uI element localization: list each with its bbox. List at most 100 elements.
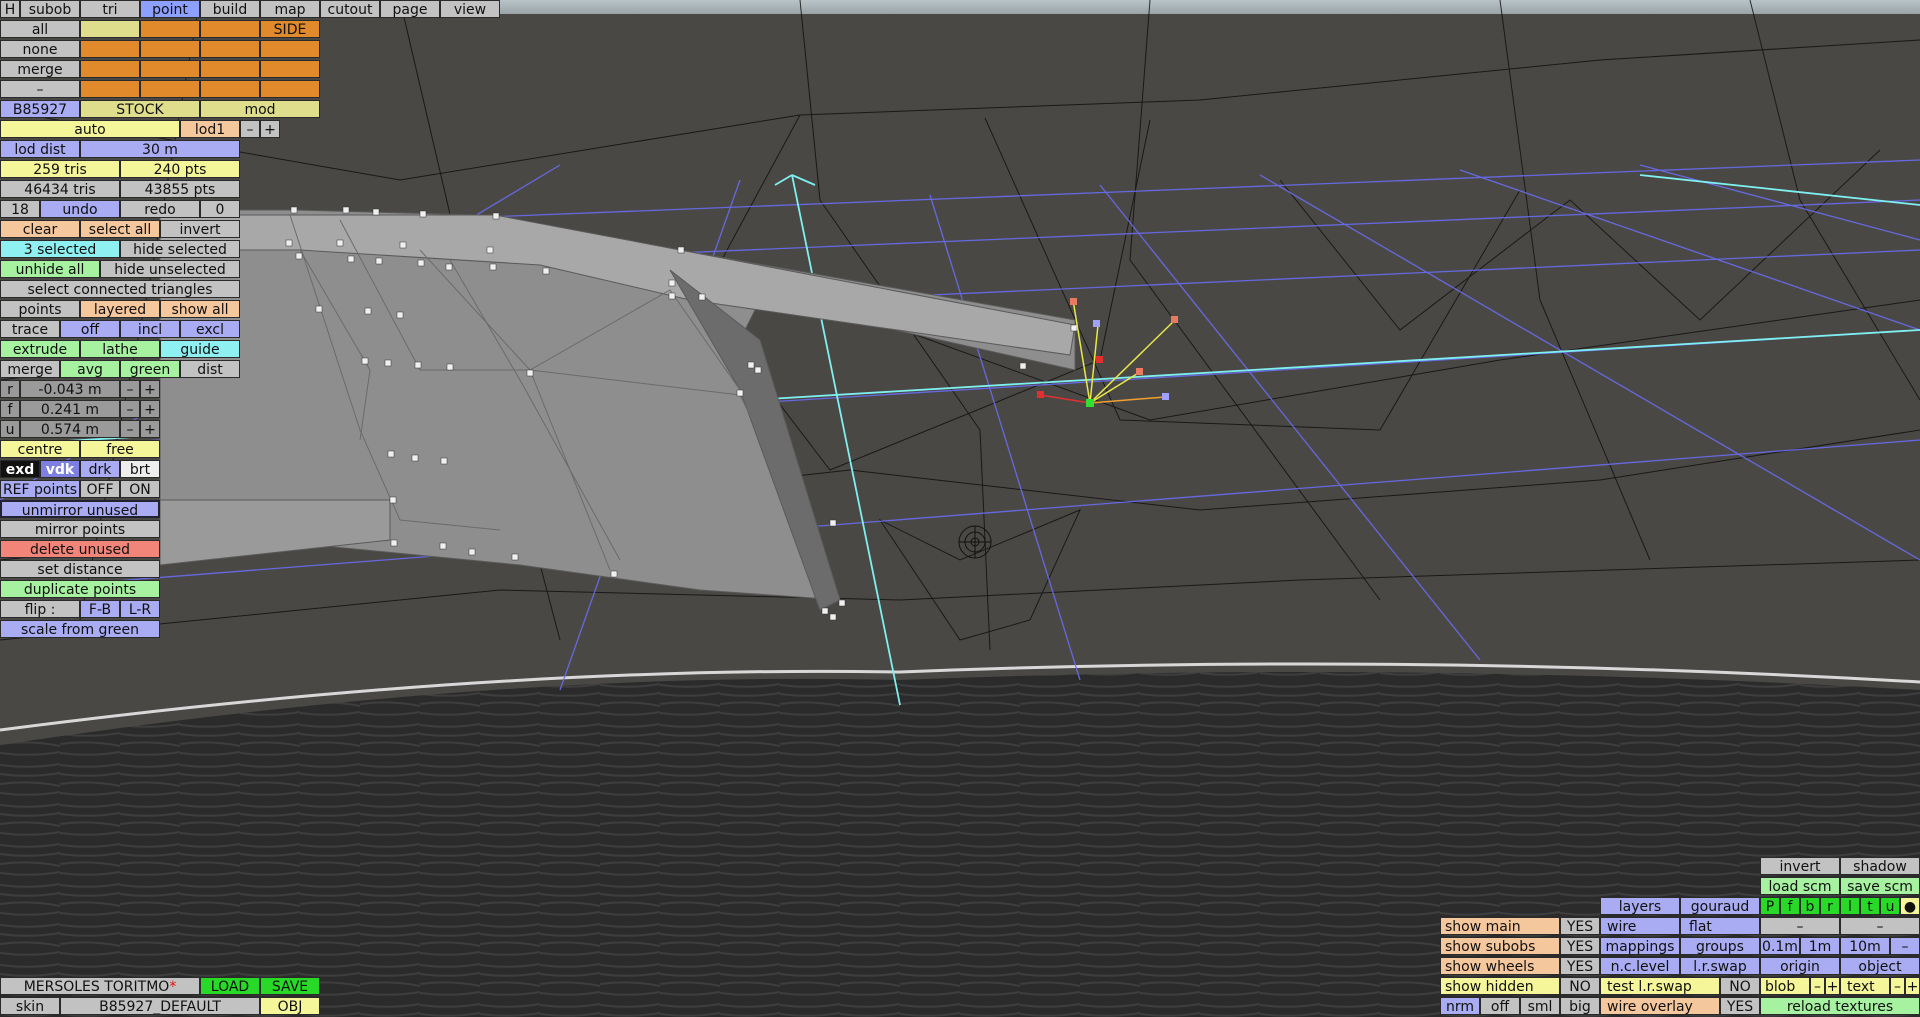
obj-button[interactable]: OBJ [260, 997, 320, 1015]
ref-points-off-button[interactable]: OFF [80, 480, 120, 498]
redo-button[interactable]: redo [120, 200, 200, 218]
trace-button[interactable]: trace [0, 320, 60, 338]
lod-minus-button[interactable]: – [240, 120, 260, 138]
flag-dot-button[interactable]: ● [1900, 897, 1920, 915]
green-button[interactable]: green [120, 360, 180, 378]
u-value[interactable]: 0.574 m [20, 420, 120, 438]
tab-map[interactable]: map [260, 0, 320, 18]
flag-f-button[interactable]: f [1780, 897, 1800, 915]
merge-points-button[interactable]: merge [0, 360, 60, 378]
sel-minus-button[interactable]: – [0, 80, 80, 98]
lod-plus-button[interactable]: + [260, 120, 280, 138]
u-minus-button[interactable]: – [120, 420, 140, 438]
brt-button[interactable]: brt [120, 460, 160, 478]
layers-button[interactable]: layers [1600, 897, 1680, 915]
load-button[interactable]: LOAD [200, 977, 260, 995]
avg-button[interactable]: avg [60, 360, 120, 378]
save-button[interactable]: SAVE [260, 977, 320, 995]
r-minus-button[interactable]: – [120, 380, 140, 398]
f-minus-button[interactable]: – [120, 400, 140, 418]
sel-all-button[interactable]: all [0, 20, 80, 38]
unhide-all-button[interactable]: unhide all [0, 260, 100, 278]
select-all-button[interactable]: select all [80, 220, 160, 238]
lod-button[interactable]: lod1 [180, 120, 240, 138]
off-button[interactable]: off [1480, 997, 1520, 1015]
gouraud-button[interactable]: gouraud [1680, 897, 1760, 915]
exd-button[interactable]: exd [0, 460, 40, 478]
sel-slot[interactable] [200, 60, 260, 78]
dist-button[interactable]: dist [180, 360, 240, 378]
step-10m-button[interactable]: 10m [1840, 937, 1890, 955]
sml-button[interactable]: sml [1520, 997, 1560, 1015]
duplicate-points-button[interactable]: duplicate points [0, 580, 160, 598]
groups-button[interactable]: groups [1680, 937, 1760, 955]
sel-slot[interactable] [140, 20, 200, 38]
lod-dist-value[interactable]: 30 m [80, 140, 240, 158]
show-hidden-toggle[interactable]: NO [1560, 977, 1600, 995]
tab-build[interactable]: build [200, 0, 260, 18]
sel-none-button[interactable]: none [0, 40, 80, 58]
tab-view[interactable]: view [440, 0, 500, 18]
hide-selected-button[interactable]: hide selected [120, 240, 240, 258]
auto-lod-button[interactable]: auto [0, 120, 180, 138]
wire-button[interactable]: wire [1600, 917, 1680, 935]
show-main-toggle[interactable]: YES [1560, 917, 1600, 935]
side-button[interactable]: SIDE [260, 20, 320, 38]
stock-button[interactable]: STOCK [80, 100, 200, 118]
test-lr-swap-toggle[interactable]: NO [1720, 977, 1760, 995]
flag-r-button[interactable]: r [1820, 897, 1840, 915]
trace-excl-button[interactable]: excl [180, 320, 240, 338]
trace-off-button[interactable]: off [60, 320, 120, 338]
tab-page[interactable]: page [380, 0, 440, 18]
show-subobs-toggle[interactable]: YES [1560, 937, 1600, 955]
sel-merge-button[interactable]: merge [0, 60, 80, 78]
big-button[interactable]: big [1560, 997, 1600, 1015]
car-name[interactable]: MERSOLES TORITMO* [0, 977, 200, 995]
sel-slot[interactable] [140, 60, 200, 78]
set-distance-button[interactable]: set distance [0, 560, 160, 578]
blob-minus-button[interactable]: – [1810, 977, 1825, 995]
model-id-button[interactable]: B85927 [0, 100, 80, 118]
text-minus-button[interactable]: – [1890, 977, 1905, 995]
show-wheels-toggle[interactable]: YES [1560, 957, 1600, 975]
sel-slot[interactable] [80, 20, 140, 38]
delete-unused-button[interactable]: delete unused [0, 540, 160, 558]
trace-incl-button[interactable]: incl [120, 320, 180, 338]
r-plus-button[interactable]: + [140, 380, 160, 398]
sel-slot[interactable] [260, 40, 320, 58]
nc-level-button[interactable]: n.c.level [1600, 957, 1680, 975]
layered-button[interactable]: layered [80, 300, 160, 318]
step-minus-button-3[interactable]: – [1890, 937, 1920, 955]
lr-swap-button[interactable]: l.r.swap [1680, 957, 1760, 975]
step-1m-button[interactable]: 1m [1800, 937, 1840, 955]
origin-button[interactable]: origin [1760, 957, 1840, 975]
vdk-button[interactable]: vdk [40, 460, 80, 478]
select-connected-triangles-button[interactable]: select connected triangles [0, 280, 240, 298]
wire-overlay-toggle[interactable]: YES [1720, 997, 1760, 1015]
tab-point[interactable]: point [140, 0, 200, 18]
sel-slot[interactable] [80, 60, 140, 78]
free-button[interactable]: free [80, 440, 160, 458]
clear-button[interactable]: clear [0, 220, 80, 238]
invert-view-button[interactable]: invert [1760, 857, 1840, 875]
hide-unselected-button[interactable]: hide unselected [100, 260, 240, 278]
lathe-button[interactable]: lathe [80, 340, 160, 358]
load-scm-button[interactable]: load scm [1760, 877, 1840, 895]
3d-viewport[interactable] [0, 0, 1920, 1017]
text-plus-button[interactable]: + [1905, 977, 1920, 995]
f-plus-button[interactable]: + [140, 400, 160, 418]
flip-lr-button[interactable]: L-R [120, 600, 160, 618]
step-minus-button[interactable]: – [1760, 917, 1840, 935]
r-value[interactable]: -0.043 m [20, 380, 120, 398]
drk-button[interactable]: drk [80, 460, 120, 478]
tab-h[interactable]: H [0, 0, 20, 18]
ref-points-on-button[interactable]: ON [120, 480, 160, 498]
u-plus-button[interactable]: + [140, 420, 160, 438]
invert-selection-button[interactable]: invert [160, 220, 240, 238]
mod-button[interactable]: mod [200, 100, 320, 118]
tab-subob[interactable]: subob [20, 0, 80, 18]
flag-p-button[interactable]: P [1760, 897, 1780, 915]
skin-value[interactable]: B85927_DEFAULT [60, 997, 260, 1015]
sel-slot[interactable] [140, 80, 200, 98]
sel-slot[interactable] [260, 80, 320, 98]
